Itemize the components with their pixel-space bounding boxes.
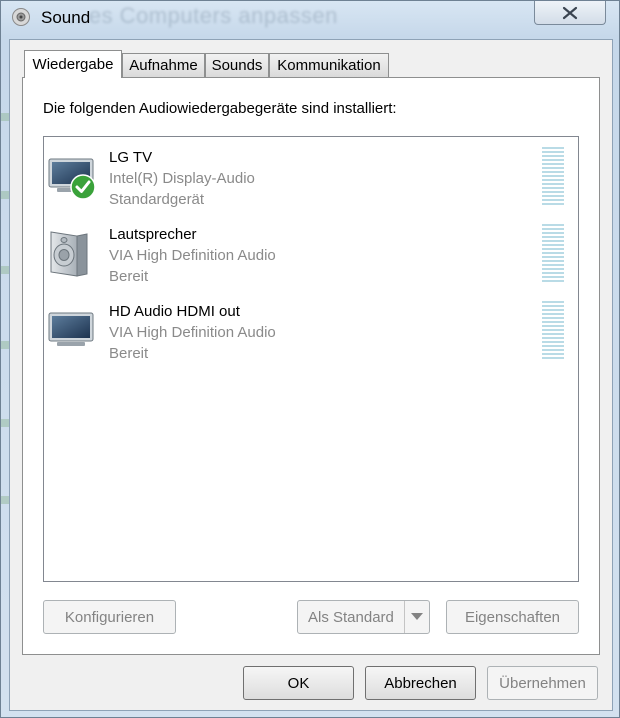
device-driver: Intel(R) Display-Audio — [109, 170, 255, 187]
properties-button[interactable]: Eigenschaften — [446, 600, 579, 634]
monitor-icon — [47, 303, 99, 355]
tab-wiedergabe[interactable]: Wiedergabe — [24, 50, 122, 78]
background-mark — [1, 496, 9, 504]
set-default-button[interactable]: Als Standard — [297, 600, 430, 634]
background-mark — [1, 191, 9, 199]
device-status: Standardgerät — [109, 191, 205, 208]
device-status: Bereit — [109, 345, 149, 362]
button-label: Als Standard — [308, 608, 394, 626]
tab-label: Kommunikation — [277, 57, 381, 74]
device-item-lg-tv[interactable]: LG TV Intel(R) Display-Audio Standardger… — [44, 143, 578, 215]
tab-sounds[interactable]: Sounds — [205, 53, 269, 77]
background-mark — [1, 341, 9, 349]
button-label: Eigenschaften — [464, 608, 561, 626]
volume-meter — [542, 224, 564, 284]
volume-meter — [542, 301, 564, 361]
tab-panel-wiedergabe: Die folgenden Audiowiedergabegeräte sind… — [22, 77, 600, 655]
background-mark — [1, 419, 9, 427]
close-button[interactable] — [534, 1, 606, 25]
tab-label: Wiedergabe — [32, 56, 114, 73]
ok-button[interactable]: OK — [243, 666, 354, 700]
device-status: Bereit — [109, 268, 149, 285]
tab-label: Aufnahme — [129, 57, 198, 74]
configure-button[interactable]: Konfigurieren — [43, 600, 176, 634]
device-driver: VIA High Definition Audio — [109, 247, 276, 264]
tab-label: Sounds — [211, 57, 263, 74]
device-name: LG TV — [109, 149, 153, 166]
device-item-lautsprecher[interactable]: Lautsprecher VIA High Definition Audio B… — [44, 220, 578, 292]
device-name: HD Audio HDMI out — [109, 303, 240, 320]
background-mark — [1, 113, 9, 121]
close-icon — [562, 6, 578, 19]
device-list[interactable]: LG TV Intel(R) Display-Audio Standardger… — [43, 136, 579, 582]
tab-kommunikation[interactable]: Kommunikation — [269, 53, 389, 77]
device-driver: VIA High Definition Audio — [109, 324, 276, 341]
button-label: Abbrechen — [384, 674, 457, 692]
sound-app-icon — [11, 7, 31, 27]
chevron-down-icon[interactable] — [404, 601, 429, 633]
device-item-hd-audio-hdmi-out[interactable]: HD Audio HDMI out VIA High Definition Au… — [44, 297, 578, 369]
button-label: Übernehmen — [499, 674, 586, 692]
tab-aufnahme[interactable]: Aufnahme — [122, 53, 205, 77]
dialog-window: ...es Computers anpassen Sound Wiedergab… — [0, 0, 620, 718]
device-name: Lautsprecher — [109, 226, 197, 243]
apply-button[interactable]: Übernehmen — [487, 666, 598, 700]
monitor-icon — [47, 149, 99, 201]
button-label: OK — [287, 674, 310, 692]
panel-description: Die folgenden Audiowiedergabegeräte sind… — [43, 100, 397, 117]
check-badge-icon — [70, 174, 96, 200]
background-mark — [1, 266, 9, 274]
cancel-button[interactable]: Abbrechen — [365, 666, 476, 700]
volume-meter — [542, 147, 564, 207]
background-window-title: ...es Computers anpassen — [69, 3, 338, 28]
button-label: Konfigurieren — [64, 608, 155, 626]
title-bar[interactable]: ...es Computers anpassen Sound — [1, 1, 620, 37]
dialog-client-area: Wiedergabe Aufnahme Sounds Kommunikation… — [9, 39, 613, 711]
speaker-icon — [47, 226, 99, 278]
window-title: Sound — [41, 8, 91, 27]
